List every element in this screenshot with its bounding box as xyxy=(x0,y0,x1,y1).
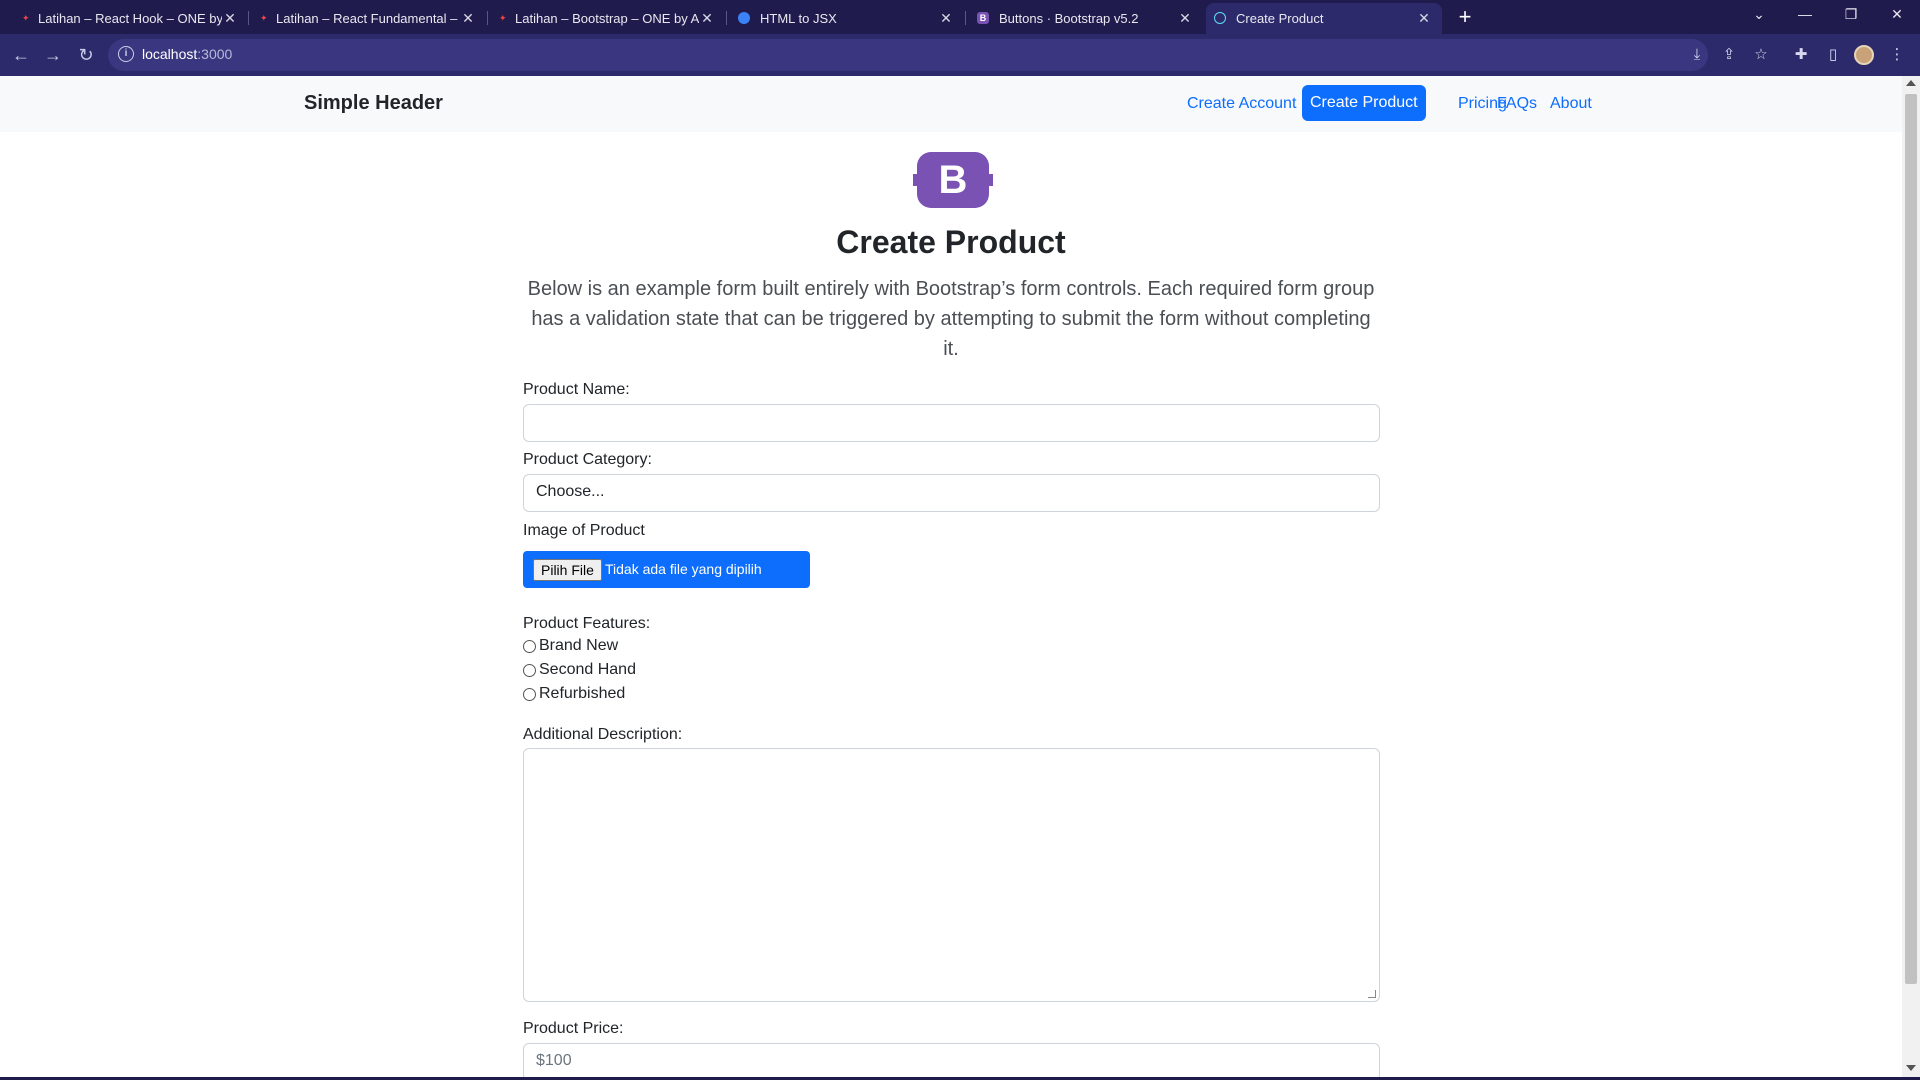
browser-window: ✦ Latihan – React Hook – ONE by A ✕ ✦ La… xyxy=(0,0,1920,1080)
radio-label: Brand New xyxy=(539,637,619,654)
close-tab-icon[interactable]: ✕ xyxy=(222,10,238,27)
new-tab-button[interactable]: + xyxy=(1452,4,1478,30)
lead-paragraph: Below is an example form built entirely … xyxy=(527,278,1375,360)
close-tab-icon[interactable]: ✕ xyxy=(1416,10,1432,27)
close-tab-icon[interactable]: ✕ xyxy=(938,10,954,27)
scroll-up-icon[interactable] xyxy=(1906,80,1916,86)
tab-react-fundamental[interactable]: ✦ Latihan – React Fundamental – O ✕ xyxy=(252,3,486,34)
share-icon[interactable]: ⇪ xyxy=(1718,44,1740,66)
close-tab-icon[interactable]: ✕ xyxy=(460,10,476,27)
url-text: localhost:3000 xyxy=(142,46,232,62)
tab-separator xyxy=(726,11,727,25)
profile-avatar[interactable] xyxy=(1854,45,1874,65)
tab-html-to-jsx[interactable]: HTML to JSX ✕ xyxy=(730,3,964,34)
close-window-icon[interactable]: ✕ xyxy=(1874,0,1920,30)
radio-button[interactable] xyxy=(523,639,536,653)
resize-handle-icon[interactable] xyxy=(1368,990,1376,998)
product-category-label: Product Category: xyxy=(523,451,652,468)
features-label: Product Features: xyxy=(523,615,651,632)
address-bar[interactable]: i localhost:3000 xyxy=(108,39,1708,71)
price-placeholder: $100 xyxy=(536,1052,572,1069)
page-content: Simple Header Create Account Create Prod… xyxy=(0,76,1902,1077)
image-file-input[interactable]: Pilih File Tidak ada file yang dipilih xyxy=(523,551,810,588)
radio-button[interactable] xyxy=(523,687,536,701)
reload-icon[interactable]: ↻ xyxy=(74,43,98,67)
tab-separator xyxy=(248,11,249,25)
file-status-text: Tidak ada file yang dipilih xyxy=(605,561,762,577)
scroll-thumb[interactable] xyxy=(1905,94,1917,984)
choose-file-button[interactable]: Pilih File xyxy=(533,559,602,581)
transform-favicon-icon xyxy=(738,12,750,24)
price-label: Product Price: xyxy=(523,1020,624,1037)
site-info-icon[interactable]: i xyxy=(118,46,134,62)
description-textarea[interactable] xyxy=(523,748,1380,1002)
feature-option-second-hand[interactable]: Second Hand xyxy=(523,660,636,680)
feature-option-refurbished[interactable]: Refurbished xyxy=(523,684,625,704)
tab-title: Latihan – Bootstrap – ONE by Alt xyxy=(515,11,699,26)
minimize-icon[interactable]: — xyxy=(1782,0,1828,30)
tab-title: HTML to JSX xyxy=(760,11,837,26)
tab-separator xyxy=(965,11,966,25)
bootstrap-favicon-icon: B xyxy=(977,12,989,24)
browser-toolbar: ← → ↻ i localhost:3000 ⤓ ⇪ ☆ ✚ ▯ ⋮ xyxy=(0,34,1920,76)
product-category-select[interactable]: Choose... xyxy=(523,474,1380,512)
radio-button[interactable] xyxy=(523,663,536,677)
site-favicon-icon: ✦ xyxy=(499,13,507,23)
url-host: localhost xyxy=(142,46,198,62)
back-icon[interactable]: ← xyxy=(9,43,33,67)
nav-create-product[interactable]: Create Product xyxy=(1302,85,1426,121)
site-favicon-icon: ✦ xyxy=(260,13,268,23)
tab-bootstrap-latihan[interactable]: ✦ Latihan – Bootstrap – ONE by Alt ✕ xyxy=(491,3,725,34)
tab-react-hook[interactable]: ✦ Latihan – React Hook – ONE by A ✕ xyxy=(14,3,248,34)
tab-search-icon[interactable]: ⌄ xyxy=(1736,0,1782,30)
site-header: Simple Header Create Account Create Prod… xyxy=(0,76,1902,132)
brand-title[interactable]: Simple Header xyxy=(304,92,443,115)
nav-faqs[interactable]: FAQs xyxy=(1489,91,1545,117)
nav-create-account[interactable]: Create Account xyxy=(1179,91,1304,117)
tab-title: Create Product xyxy=(1236,11,1324,26)
product-category-value: Choose... xyxy=(536,483,605,500)
radio-label: Second Hand xyxy=(539,661,636,678)
product-name-label: Product Name: xyxy=(523,381,630,398)
feature-option-brand-new[interactable]: Brand New xyxy=(523,636,618,656)
tab-separator xyxy=(487,11,488,25)
tab-title: Latihan – React Fundamental – O xyxy=(276,11,460,26)
page-scrollbar[interactable] xyxy=(1902,76,1920,1077)
nav-about[interactable]: About xyxy=(1542,91,1600,117)
bootstrap-logo: B xyxy=(913,152,993,208)
product-name-input[interactable] xyxy=(523,404,1380,442)
side-panel-icon[interactable]: ▯ xyxy=(1822,44,1844,66)
install-app-icon[interactable]: ⤓ xyxy=(1686,44,1708,66)
close-tab-icon[interactable]: ✕ xyxy=(699,10,715,27)
bookmark-star-icon[interactable]: ☆ xyxy=(1750,44,1772,66)
price-input[interactable]: $100 xyxy=(523,1043,1380,1077)
tab-bar: ✦ Latihan – React Hook – ONE by A ✕ ✦ La… xyxy=(0,0,1920,34)
page-title: Create Product xyxy=(836,224,1066,260)
tab-create-product[interactable]: Create Product ✕ xyxy=(1206,3,1442,34)
tab-title: Buttons · Bootstrap v5.2 xyxy=(999,11,1139,26)
forward-icon[interactable]: → xyxy=(41,43,65,67)
scroll-down-icon[interactable] xyxy=(1906,1065,1916,1071)
radio-label: Refurbished xyxy=(539,685,626,702)
menu-kebab-icon[interactable]: ⋮ xyxy=(1886,44,1908,66)
description-label: Additional Description: xyxy=(523,726,683,743)
url-port: :3000 xyxy=(197,46,233,62)
tab-bootstrap-buttons[interactable]: B Buttons · Bootstrap v5.2 ✕ xyxy=(969,3,1203,34)
site-favicon-icon: ✦ xyxy=(22,13,30,23)
react-favicon-icon xyxy=(1214,12,1226,24)
close-tab-icon[interactable]: ✕ xyxy=(1177,10,1193,27)
image-label: Image of Product xyxy=(523,522,645,539)
restore-icon[interactable]: ❐ xyxy=(1828,0,1874,30)
tab-title: Latihan – React Hook – ONE by A xyxy=(38,11,222,26)
extensions-icon[interactable]: ✚ xyxy=(1790,44,1812,66)
